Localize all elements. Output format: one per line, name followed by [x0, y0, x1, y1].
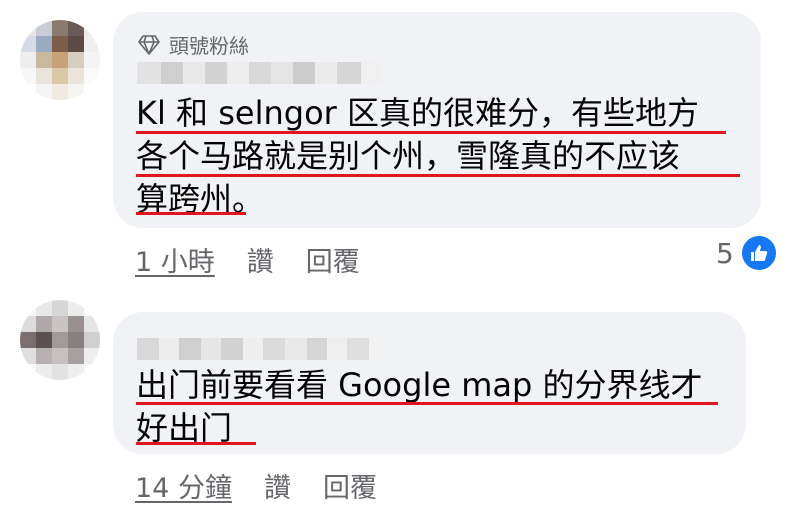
avatar-pixel — [52, 20, 68, 36]
reaction-count: 5 — [716, 236, 734, 270]
comment-line: 出门前要看看 Google map 的分界线才 — [136, 366, 703, 404]
avatar-pixel — [52, 332, 68, 348]
comment-text: 出门前要看看 Google map 的分界线才 好出门 — [136, 364, 702, 450]
avatar-pixel — [20, 36, 36, 52]
avatar-pixel — [84, 364, 100, 380]
avatar-pixel — [52, 364, 68, 380]
badge-label: 頭號粉絲 — [169, 34, 249, 58]
avatar-pixel — [20, 68, 36, 84]
avatar-pixel — [52, 52, 68, 68]
avatar-pixel — [20, 20, 36, 36]
like-button[interactable]: 讚 — [247, 240, 274, 279]
avatar-pixel — [52, 84, 68, 100]
avatar-pixel — [20, 316, 36, 332]
avatar-pixel — [68, 84, 84, 100]
avatar-pixel — [36, 300, 52, 316]
avatar-pixel — [52, 68, 68, 84]
avatar-pixel — [52, 300, 68, 316]
comment-actions: 1 小時 讚 回覆 — [135, 240, 360, 279]
avatar-pixel — [68, 68, 84, 84]
avatar-pixel — [36, 52, 52, 68]
timestamp-link[interactable]: 1 小時 — [135, 240, 215, 279]
avatar-pixel — [84, 316, 100, 332]
avatar-pixel — [68, 332, 84, 348]
thumbs-up-icon — [739, 234, 778, 272]
reply-button[interactable]: 回覆 — [306, 240, 360, 279]
comment-line: 各个马路就是别个州，雪隆真的不应该 — [136, 137, 681, 175]
avatar-pixel — [20, 300, 36, 316]
avatar-pixel — [20, 52, 36, 68]
highlight-underline — [136, 442, 256, 445]
comment-text: Kl 和 selngor 区真的很难分，有些地方 各个马路就是别个州，雪隆真的不… — [136, 92, 699, 221]
avatar-pixel — [84, 84, 100, 100]
commenter-avatar[interactable] — [20, 300, 100, 380]
avatar-pixel — [84, 52, 100, 68]
commenter-name[interactable] — [137, 338, 383, 360]
highlight-underline — [136, 402, 718, 405]
avatar-pixel — [84, 68, 100, 84]
highlight-underline — [136, 131, 726, 134]
avatar-pixel — [68, 20, 84, 36]
avatar-pixel — [84, 332, 100, 348]
avatar-pixel — [52, 316, 68, 332]
avatar-pixel — [20, 332, 36, 348]
avatar-pixel — [68, 364, 84, 380]
avatar-pixel — [20, 364, 36, 380]
avatar-pixel — [36, 348, 52, 364]
avatar-pixel — [36, 84, 52, 100]
timestamp-link[interactable]: 14 分鐘 — [135, 466, 232, 505]
comment-actions: 14 分鐘 讚 回覆 — [135, 466, 377, 505]
avatar-pixel — [52, 36, 68, 52]
comment-line: Kl 和 selngor 区真的很难分，有些地方 — [136, 94, 699, 132]
reaction-summary[interactable]: 5 — [716, 234, 778, 272]
commenter-name[interactable] — [137, 62, 381, 84]
avatar-pixel — [36, 20, 52, 36]
highlight-underline — [136, 174, 740, 177]
avatar-pixel — [68, 348, 84, 364]
diamond-icon — [138, 34, 160, 55]
avatar-pixel — [52, 348, 68, 364]
like-button[interactable]: 讚 — [264, 466, 291, 505]
highlight-underline — [136, 212, 246, 215]
avatar-pixel — [36, 332, 52, 348]
avatar-pixel — [84, 348, 100, 364]
avatar-pixel — [68, 316, 84, 332]
avatar-pixel — [20, 348, 36, 364]
avatar-pixel — [84, 300, 100, 316]
avatar-pixel — [36, 364, 52, 380]
avatar-pixel — [36, 316, 52, 332]
avatar-pixel — [68, 300, 84, 316]
top-fan-badge[interactable]: 頭號粉絲 — [137, 30, 249, 59]
avatar-pixel — [68, 36, 84, 52]
avatar-pixel — [20, 84, 36, 100]
commenter-avatar[interactable] — [20, 20, 100, 100]
avatar-pixel — [36, 68, 52, 84]
reply-button[interactable]: 回覆 — [323, 466, 377, 505]
avatar-pixel — [36, 36, 52, 52]
avatar-pixel — [84, 36, 100, 52]
avatar-pixel — [84, 20, 100, 36]
avatar-pixel — [68, 52, 84, 68]
